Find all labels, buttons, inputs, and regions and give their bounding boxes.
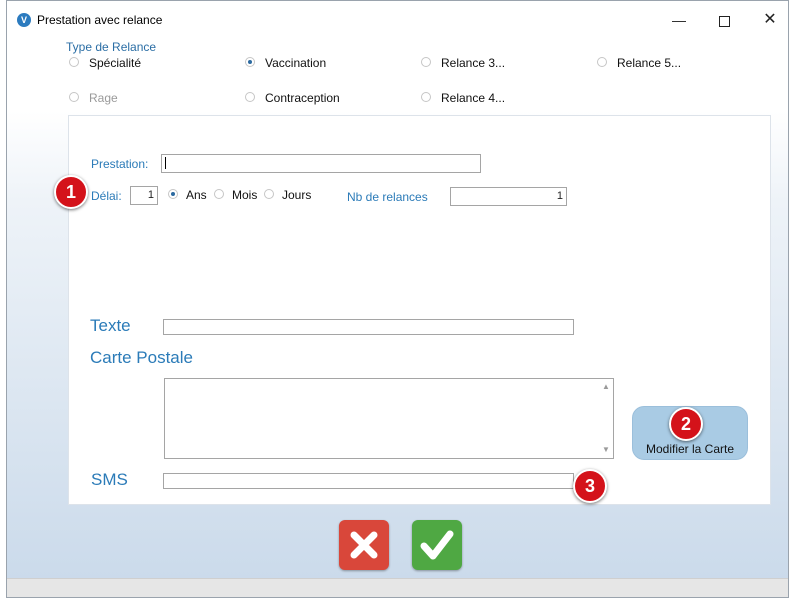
radio-circle-icon <box>245 92 255 102</box>
radio-circle-icon <box>597 57 607 67</box>
maximize-icon <box>718 15 730 27</box>
app-logo-icon: V <box>17 13 31 27</box>
nb-relances-input[interactable]: 1 <box>450 187 567 206</box>
radio-label: Ans <box>186 188 207 202</box>
radio-circle-icon <box>421 57 431 67</box>
text-caret <box>165 157 166 169</box>
cancel-button[interactable] <box>339 520 389 570</box>
window-title: Prestation avec relance <box>37 13 163 27</box>
prestation-input[interactable] <box>161 154 481 173</box>
close-button[interactable]: ✕ <box>755 9 785 31</box>
radio-label: Mois <box>232 188 258 202</box>
texte-label: Texte <box>90 316 131 335</box>
radio-label: Vaccination <box>265 56 327 70</box>
minimize-button[interactable]: — <box>664 9 694 31</box>
radio-label: Relance 3... <box>441 56 506 70</box>
radio-circle-icon <box>421 92 431 102</box>
radio-selected-icon <box>168 189 178 199</box>
radio-label: Relance 4... <box>441 91 506 105</box>
delai-input[interactable]: 1 <box>130 186 158 205</box>
status-bar <box>7 578 788 597</box>
modify-card-label: Modifier la Carte <box>645 442 735 456</box>
maximize-button[interactable] <box>709 9 739 31</box>
radio-circle-icon <box>264 189 274 199</box>
radio-label: Spécialité <box>89 56 142 70</box>
prestation-label: Prestation: <box>91 157 149 171</box>
annotation-badge-2: 2 <box>669 407 703 441</box>
scroll-down-icon[interactable]: ▼ <box>601 445 611 455</box>
radio-label: Rage <box>89 91 118 105</box>
radio-circle-icon <box>69 92 79 102</box>
sms-label: SMS <box>91 470 128 489</box>
scroll-up-icon[interactable]: ▲ <box>601 382 611 392</box>
title-bar: V Prestation avec relance — ✕ <box>7 1 788 37</box>
dialog-window: V Prestation avec relance — ✕ Type de Re… <box>6 0 789 598</box>
radio-circle-icon <box>214 189 224 199</box>
ok-button[interactable] <box>412 520 462 570</box>
sms-input[interactable] <box>163 473 574 489</box>
annotation-badge-3: 3 <box>573 469 607 503</box>
nb-relances-label: Nb de relances <box>347 190 428 204</box>
checkmark-icon <box>420 530 454 560</box>
radio-label: Jours <box>282 188 312 202</box>
radio-selected-icon <box>245 57 255 67</box>
relance-type-label: Type de Relance <box>66 40 157 54</box>
delai-label: Délai: <box>91 189 122 203</box>
radio-label: Relance 5... <box>617 56 682 70</box>
radio-label: Contraception <box>265 91 340 105</box>
carte-postale-textarea[interactable]: ▲ ▼ <box>164 378 614 459</box>
cancel-x-icon <box>350 531 378 559</box>
radio-circle-icon <box>69 57 79 67</box>
carte-postale-label: Carte Postale <box>90 348 193 367</box>
texte-input[interactable] <box>163 319 574 335</box>
annotation-badge-1: 1 <box>54 175 88 209</box>
